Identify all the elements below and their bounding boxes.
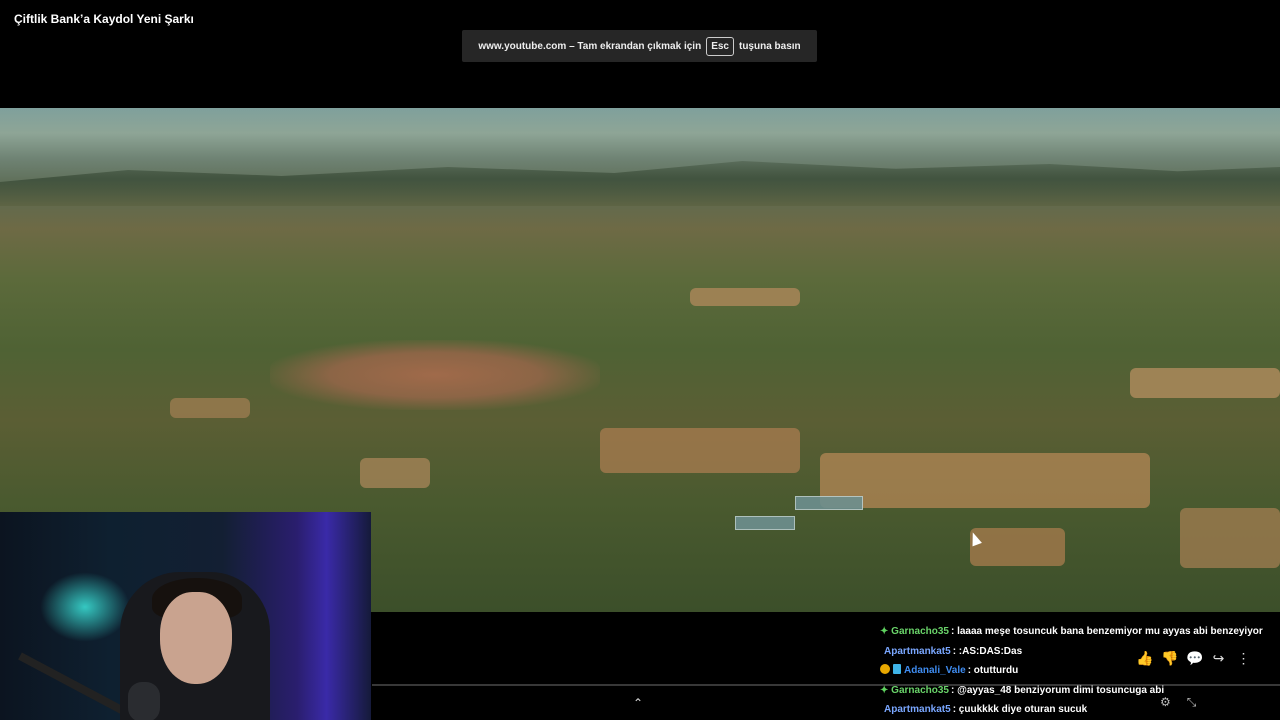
fullscreen-notice-suffix: tuşuna basın [738, 40, 801, 52]
video-scene-hills [0, 161, 1280, 206]
fullscreen-exit-notice: www.youtube.com – Tam ekrandan çıkmak iç… [462, 30, 817, 62]
video-scene-field [360, 458, 430, 488]
mic-arm [18, 652, 128, 716]
video-title: Çiftlik Bank’a Kaydol Yeni Şarkı [14, 12, 194, 26]
chat-message: Apartmankat5: çuukkkk diye oturan sucuk [880, 700, 1280, 720]
chat-username: Garnacho35 [891, 684, 949, 696]
chat-message: ✦ Garnacho35: @ayyas_48 benziyorum dimi … [880, 681, 1280, 701]
video-scene-field [600, 428, 800, 473]
chat-text: : çuukkkk diye oturan sucuk [952, 704, 1088, 715]
microphone [128, 682, 160, 720]
chat-text: : :AS:DAS:Das [952, 645, 1023, 657]
video-scene-field [690, 288, 800, 306]
video-scene-field [820, 453, 1150, 508]
chevron-up-icon[interactable]: ⌃ [633, 696, 643, 710]
fullscreen-notice-prefix: www.youtube.com – Tam ekrandan çıkmak iç… [478, 40, 702, 52]
streamer-face [160, 592, 232, 684]
video-scene-barn [795, 496, 863, 510]
chat-username: Garnacho35 [891, 626, 949, 637]
chat-message: ✦ Garnacho35: laaaa meşe tosuncuk bana b… [880, 622, 1280, 642]
chat-username: Adanali_Vale [904, 665, 966, 676]
video-scene-field [1180, 508, 1280, 568]
video-scene-barn [735, 516, 795, 530]
chat-message: Adanali_Vale: otutturdu [880, 661, 1280, 681]
chat-username: Apartmankat5 [884, 704, 951, 715]
chat-overlay: ✦ Garnacho35: laaaa meşe tosuncuk bana b… [880, 622, 1280, 720]
esc-key-hint: Esc [706, 36, 734, 56]
chat-text: : laaaa meşe tosuncuk bana benzemiyor mu… [950, 626, 1263, 637]
diamond-badge-icon: ✦ [880, 626, 892, 637]
diamond-badge-icon: ✦ [880, 684, 892, 696]
webcam-light [40, 572, 130, 642]
tier-badge-icon [880, 664, 890, 674]
chat-username: Apartmankat5 [884, 645, 951, 657]
video-scene-village [270, 340, 600, 410]
video-scene-field [1130, 368, 1280, 398]
chat-text: : otutturdu [967, 665, 1019, 676]
chat-text: : @ayyas_48 benziyorum dimi tosuncuga ab… [950, 684, 1165, 696]
streamer-webcam-overlay [0, 512, 371, 720]
video-scene-field [970, 528, 1065, 566]
subscriber-badge-icon [893, 664, 901, 674]
video-scene-field [170, 398, 250, 418]
chat-message: Apartmankat5: :AS:DAS:Das [880, 642, 1280, 662]
